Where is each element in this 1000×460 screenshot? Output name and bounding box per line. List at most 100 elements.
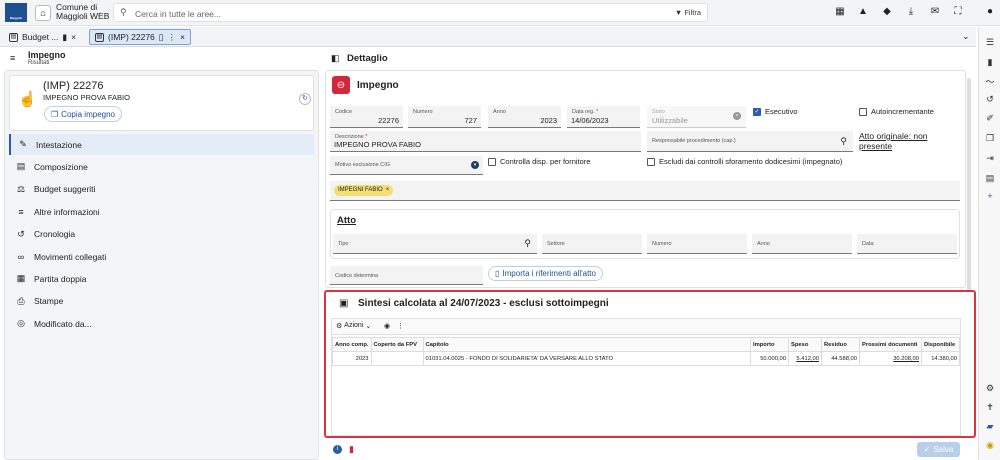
top-bar: Maggioli ⌂ Comune di Maggioli WEB ⚲ Cerc…: [0, 0, 1000, 26]
column-header: Importo: [750, 337, 789, 352]
grid-icon: ▦: [16, 273, 26, 284]
add-icon[interactable]: +: [979, 191, 1000, 201]
search-icon[interactable]: ⚲: [840, 136, 847, 147]
more-icon[interactable]: ⋮: [397, 322, 404, 330]
autoincrementante-checkbox[interactable]: Autoincrementante: [859, 107, 934, 116]
motivo-esclusione-select[interactable]: Motivo esclusione CIG ▾: [330, 156, 483, 175]
responsabile-field[interactable]: Responsabile procedimento (cap.) ⚲: [647, 131, 853, 152]
mail-icon[interactable]: ✉: [928, 6, 942, 17]
tune-icon[interactable]: ☰: [979, 37, 1000, 48]
menu-item-altre-informazioni[interactable]: ≡ Altre informazioni: [9, 201, 314, 222]
download-icon[interactable]: ⤓: [904, 6, 918, 17]
warning-icon[interactable]: ▲: [856, 6, 870, 17]
close-icon[interactable]: ×: [71, 32, 76, 42]
sintesi-grid: ⚙ Azioni ⌄ ◉ ⋮ Anno comp. Coperto da FPV C…: [331, 318, 961, 436]
left-panel: ☝ (IMP) 22276 IMPEGNO PROVA FABIO ❐ Copia…: [4, 70, 319, 460]
atto-data-field[interactable]: Data: [857, 234, 957, 254]
link-icon: ∞: [17, 251, 25, 262]
menu-item-stampe[interactable]: ⎙ Stampe: [9, 291, 314, 312]
user-icon[interactable]: ●: [983, 6, 997, 17]
record-card: ☝ (IMP) 22276 IMPEGNO PROVA FABIO ❐ Copia…: [9, 75, 314, 131]
cell-coperto-fpv: [370, 351, 424, 366]
bookmark-icon[interactable]: ▮: [62, 32, 67, 43]
atto-numero-field[interactable]: Numero: [647, 234, 747, 254]
atto-anno-field[interactable]: Anno: [752, 234, 852, 254]
cell-importo: 50.000,00: [750, 351, 789, 366]
codice-field[interactable]: Codice 22276: [330, 106, 403, 128]
right-rail: ☰ ▮ 〜 ↺ ✐ ❐ ⇥ ▤ + ⚙ ✝ ▰ ◉: [978, 27, 1000, 460]
tag-chip[interactable]: IMPEGNI FABIO ×: [334, 185, 394, 196]
export-icon[interactable]: ⇥: [979, 153, 1000, 164]
azioni-menu[interactable]: ⚙ Azioni ⌄: [336, 322, 371, 330]
atto-originale-link[interactable]: Atto originale: non presente: [859, 131, 959, 151]
menu-item-label: Cronologia: [34, 229, 76, 240]
esecutivo-checkbox[interactable]: ✓ Esecutivo: [753, 107, 798, 116]
atto-tipo-field[interactable]: Tipo ⚲: [333, 234, 537, 254]
sintesi-table-wrapper: Anno comp. Coperto da FPV Capitolo Impor…: [332, 337, 960, 366]
bell-icon[interactable]: ◆: [880, 6, 894, 17]
accessibility-icon[interactable]: ✝: [979, 402, 1000, 413]
apps-icon[interactable]: ▦: [833, 6, 847, 17]
close-icon[interactable]: ×: [180, 32, 185, 42]
search-input[interactable]: Cerca in tutte le aree...: [135, 9, 221, 19]
chart-icon[interactable]: 〜: [979, 75, 1000, 88]
tab-imp-22276[interactable]: ▤ (IMP) 22276 ▯ ⋮ ×: [89, 29, 191, 45]
cell-anno: 2023: [332, 351, 372, 366]
bookmark-icon[interactable]: ▯: [159, 32, 164, 43]
filter-button[interactable]: ▼ Filtra: [675, 8, 701, 17]
sintesi-title: Sintesi calcolata al 24/07/2023 - esclus…: [358, 298, 609, 309]
anno-field[interactable]: Anno 2023: [488, 106, 561, 128]
delete-icon[interactable]: ▮: [349, 444, 354, 455]
save-button[interactable]: ✓ Salva: [917, 442, 960, 457]
menu-item-modificato-da[interactable]: ◎ Modificato da...: [9, 313, 314, 334]
pin-icon[interactable]: ✐: [979, 113, 1000, 124]
menu-item-partita-doppia[interactable]: ▦ Partita doppia: [9, 268, 314, 289]
menu-item-label: Altre informazioni: [34, 206, 100, 217]
book-icon[interactable]: ▮: [979, 57, 1000, 68]
menu-item-composizione[interactable]: ▤ Composizione: [9, 156, 314, 177]
table-row[interactable]: 2023 01031.04.0025 - FONDO DI SOLIDARIET…: [332, 351, 960, 366]
descrizione-field[interactable]: Descrizione * IMPEGNO PROVA FABIO: [330, 131, 641, 152]
support-icon[interactable]: ◉: [979, 440, 1000, 451]
copy-impegno-button[interactable]: ❐ Copia impegno: [44, 106, 122, 122]
file-icon[interactable]: ▤: [979, 173, 1000, 184]
column-header: Disponibile: [921, 337, 960, 352]
search-icon[interactable]: ⚲: [524, 238, 531, 249]
impegno-title: Impegno: [357, 80, 399, 91]
global-search[interactable]: ⚲ Cerca in tutte le aree... ▼ Filtra: [113, 3, 708, 22]
expand-icon[interactable]: ⛶: [951, 6, 965, 17]
column-header: Anno comp.: [332, 337, 372, 352]
importa-riferimenti-button[interactable]: ▯ Importa i riferimenti all'atto: [488, 266, 603, 281]
info-icon[interactable]: i: [333, 445, 342, 454]
list-icon: ≡: [18, 206, 24, 217]
more-icon[interactable]: ⋮: [167, 32, 176, 43]
chevron-down-icon[interactable]: ⌄: [962, 31, 970, 42]
menu-item-movimenti-collegati[interactable]: ∞ Movimenti collegati: [9, 246, 314, 267]
menu-item-budget-suggeriti[interactable]: ⚖ Budget suggeriti: [9, 179, 314, 200]
data-reg-field[interactable]: Data reg. * 14/06/2023: [567, 106, 640, 128]
refresh-icon[interactable]: ↻: [299, 93, 311, 105]
balance-icon: ⚖: [16, 183, 26, 194]
cell-prossimi-documenti-link[interactable]: 30.208,00: [893, 356, 919, 362]
cell-speso-link[interactable]: 5.412,00: [796, 356, 819, 362]
close-icon[interactable]: ×: [386, 185, 390, 196]
list-icon[interactable]: ≡: [10, 53, 15, 63]
codice-determina-field[interactable]: Codice determina: [330, 266, 483, 285]
gear-icon[interactable]: ⚙: [979, 383, 1000, 394]
menu-item-label: Movimenti collegati: [34, 251, 107, 262]
numero-field[interactable]: Numero 727: [408, 106, 481, 128]
home-icon[interactable]: ⌂: [35, 5, 51, 21]
menu-item-cronologia[interactable]: ↺ Cronologia: [9, 224, 314, 245]
escludi-checkbox[interactable]: Escludi dai controlli sforamento dodices…: [647, 157, 842, 166]
maggioli-logo: Maggioli: [5, 3, 27, 22]
copy-icon[interactable]: ❐: [979, 133, 1000, 144]
menu-item-intestazione[interactable]: ✎ Intestazione: [9, 134, 314, 155]
history-icon[interactable]: ↺: [979, 94, 1000, 105]
tag-field[interactable]: IMPEGNI FABIO ×: [330, 181, 960, 201]
atto-settore-field[interactable]: Settore: [542, 234, 642, 254]
eye-icon[interactable]: ◉: [384, 322, 390, 330]
tab-budget[interactable]: ▤ Budget ... ▮ ×: [4, 29, 81, 45]
clipboard-icon: ▯: [495, 269, 500, 278]
controlla-disp-checkbox[interactable]: Controlla disp. per fornitore: [488, 157, 590, 166]
chat-icon[interactable]: ▰: [979, 421, 1000, 432]
